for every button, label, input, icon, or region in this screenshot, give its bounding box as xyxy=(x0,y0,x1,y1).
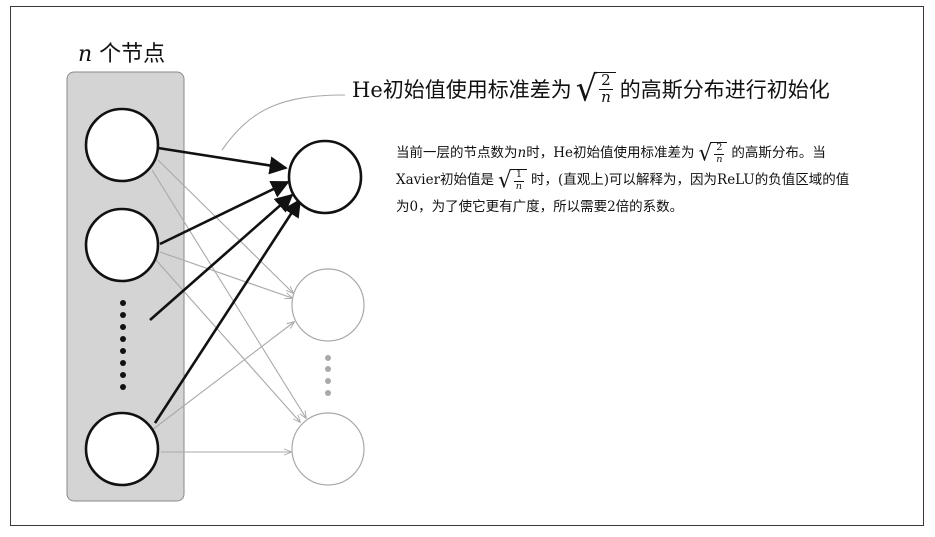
callout-sqrt: √ 2 n xyxy=(575,68,616,110)
output-node-highlighted xyxy=(287,139,363,215)
sqrt-radical-icon: √ xyxy=(575,68,598,110)
desc-l1-num: 2 xyxy=(714,142,725,155)
callout-denominator: n xyxy=(601,87,611,106)
desc-l1-fraction: 2 n xyxy=(711,142,728,165)
desc-l2-den: n xyxy=(515,180,523,192)
desc-l2-b: 时，(直观上)可以解释为，因为ReLU的负值区域的值 xyxy=(531,172,850,188)
desc-l1-b: 时，He初始值使用标准差为 xyxy=(526,145,695,161)
input-node-n xyxy=(84,411,160,487)
desc-l1-sqrt: √ 2 n xyxy=(698,140,728,167)
callout-fraction: 2 n xyxy=(596,72,616,106)
output-ellipsis-dots xyxy=(325,355,331,396)
output-node-3 xyxy=(291,412,365,486)
desc-l2-sqrt: √ 1 n xyxy=(498,169,527,191)
desc-l1-den: n xyxy=(716,153,723,165)
desc-l1-c: 的高斯分布。当 xyxy=(731,145,826,161)
desc-l1-var: n xyxy=(517,145,527,161)
desc-l3: 为0，为了使它更有广度，所以需要2倍的系数。 xyxy=(396,199,684,215)
description-paragraph: 当前一层的节点数为 n 时，He初始值使用标准差为 √ 2 n 的高斯分布。当 … xyxy=(396,140,918,221)
layer-size-text: 个节点 xyxy=(99,42,166,67)
desc-l2-fraction: 1 n xyxy=(510,169,527,192)
input-node-1 xyxy=(84,107,160,183)
output-node-2 xyxy=(291,268,365,342)
sqrt-radical-icon: √ xyxy=(698,140,713,167)
desc-l2-num: 1 xyxy=(513,169,524,182)
sqrt-radical-icon: √ xyxy=(498,167,512,194)
input-layer-label: n 个节点 xyxy=(78,36,165,68)
desc-l2-a: Xavier初始值是 xyxy=(396,172,495,188)
callout-heading: He初始值使用标准差为 √ 2 n 的高斯分布进行初始化 xyxy=(352,68,830,110)
callout-suffix: 的高斯分布进行初始化 xyxy=(619,77,830,102)
callout-prefix: He初始值使用标准差为 xyxy=(352,77,572,102)
input-node-2 xyxy=(84,207,160,283)
desc-l1-a: 当前一层的节点数为 xyxy=(396,145,518,161)
description-line-3: 为0，为了使它更有广度，所以需要2倍的系数。 xyxy=(396,194,918,221)
description-line-1: 当前一层的节点数为 n 时，He初始值使用标准差为 √ 2 n 的高斯分布。当 xyxy=(396,140,918,167)
description-line-2: Xavier初始值是 √ 1 n 时，(直观上)可以解释为，因为ReLU的负值区… xyxy=(396,167,918,194)
layer-size-variable: n xyxy=(78,42,93,67)
